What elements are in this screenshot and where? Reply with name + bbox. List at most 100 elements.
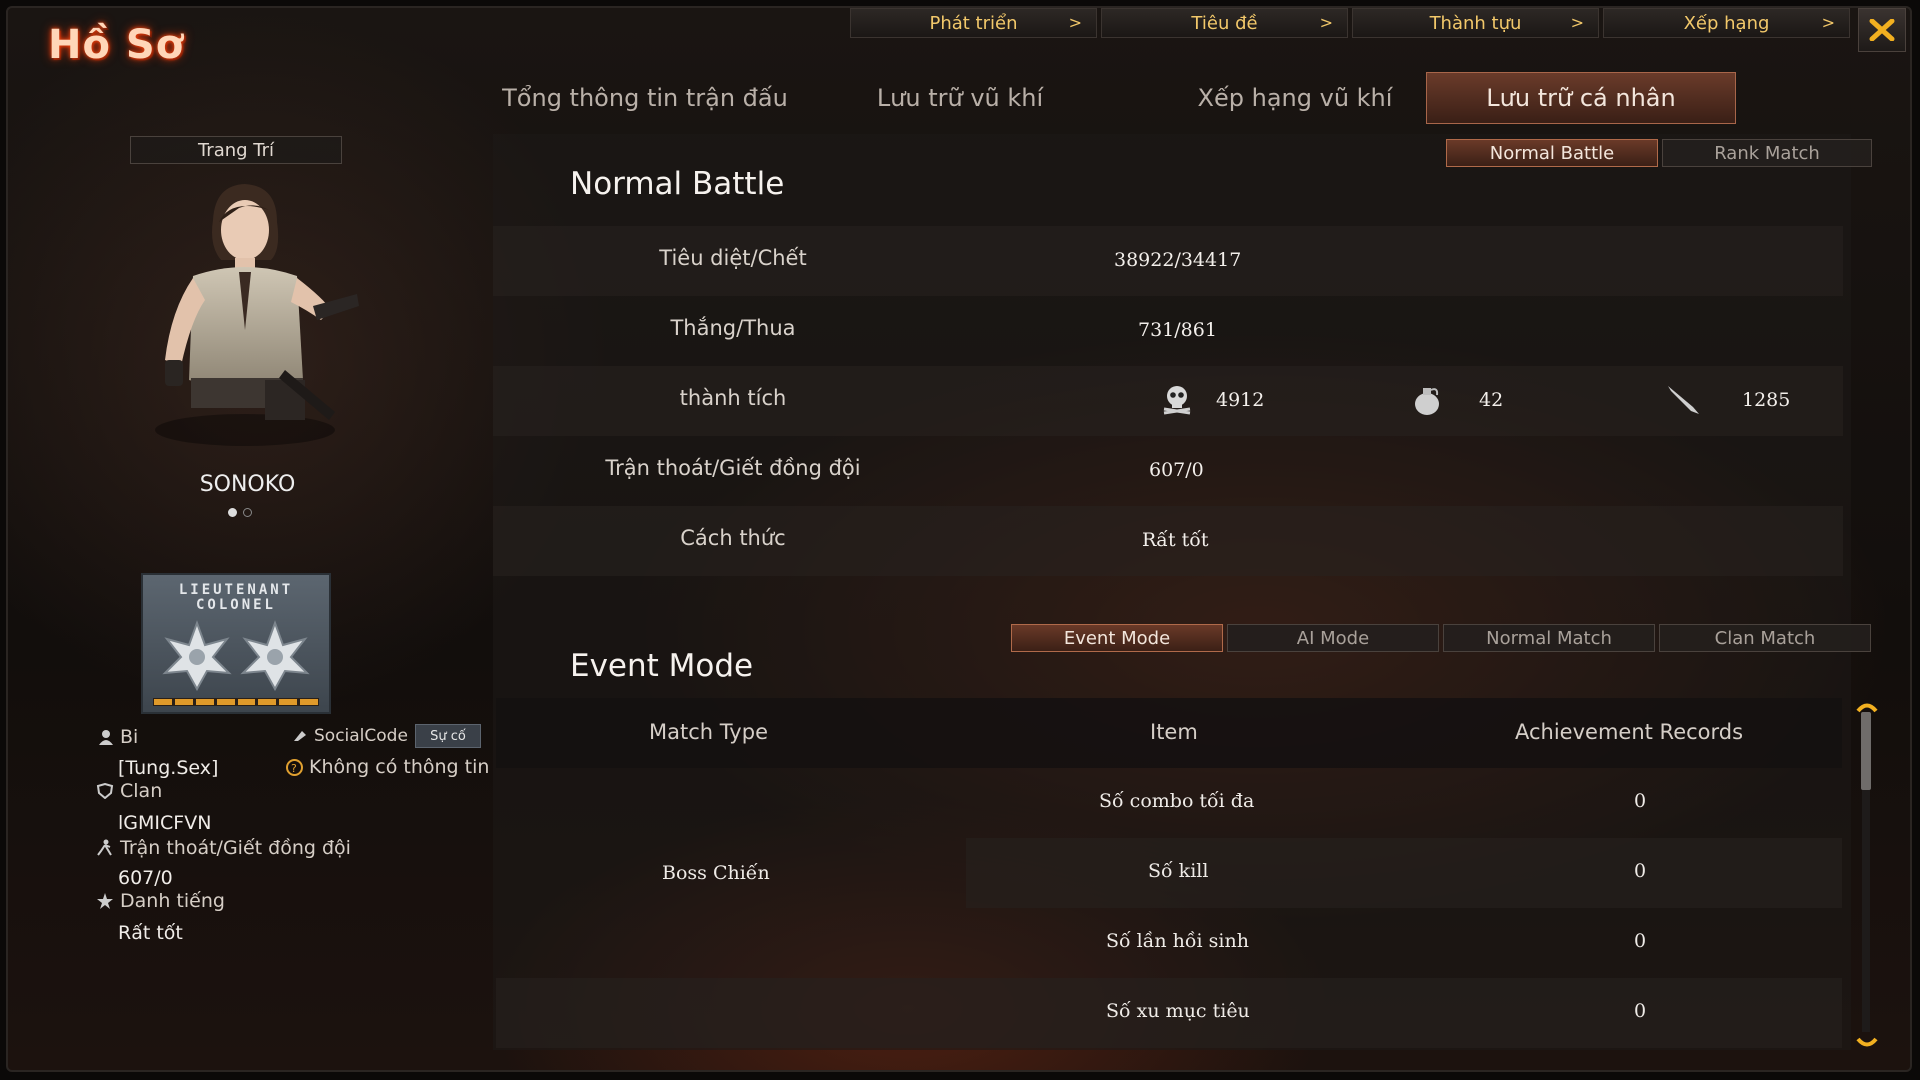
clan-match-button[interactable]: Clan Match: [1659, 624, 1871, 652]
top-nav-label: Tiêu đề: [1191, 12, 1258, 34]
character-pager: [228, 508, 252, 517]
clan-icon: [96, 783, 114, 799]
escape-label: Trận thoát/Giết đồng đội: [96, 837, 351, 859]
tab-personal-storage[interactable]: Lưu trữ cá nhân: [1426, 72, 1736, 124]
match-type-cell: Boss Chiến: [496, 768, 966, 978]
stat-label: Tiêu diệt/Chết: [659, 246, 807, 270]
top-nav-ranking[interactable]: Xếp hạng >: [1603, 8, 1850, 38]
social-icon: [294, 731, 306, 741]
top-nav-development[interactable]: Phát triển >: [850, 8, 1097, 38]
stat-label: thành tích: [679, 386, 787, 410]
stat-label: Cách thức: [680, 526, 786, 550]
pager-dot[interactable]: [243, 508, 252, 517]
row-value: 0: [1634, 860, 1647, 882]
tab-weapon-ranking[interactable]: Xếp hạng vũ khí: [1140, 72, 1450, 124]
rank-badge: LIEUTENANT COLONEL: [141, 573, 331, 714]
row-item: Số kill: [1148, 860, 1209, 882]
scroll-down-icon[interactable]: [1855, 1036, 1879, 1050]
close-button[interactable]: [1858, 8, 1906, 52]
stat-value: 731/861: [1138, 319, 1217, 341]
chevron-right-icon: >: [1821, 13, 1835, 32]
user-icon: [99, 730, 113, 745]
tab-match-summary[interactable]: Tổng thông tin trận đấu: [480, 72, 810, 124]
stat-row-wl: Thắng/Thua 731/861: [493, 296, 1843, 366]
tab-label: Tổng thông tin trận đấu: [502, 84, 788, 112]
event-mode-title: Event Mode: [570, 648, 754, 684]
pager-dot[interactable]: [228, 508, 237, 517]
row-item: Số lần hồi sinh: [1106, 930, 1249, 952]
clan-value: lGMICFVN: [118, 812, 212, 834]
top-nav-label: Xếp hạng: [1683, 12, 1770, 34]
table-row: Số combo tối đa 0: [966, 768, 1842, 838]
row-value: 0: [1634, 1000, 1647, 1022]
escape-value: 607/0: [118, 867, 173, 889]
decoration-button[interactable]: Trang Trí: [130, 136, 342, 164]
match-type-value: Boss Chiến: [662, 862, 770, 884]
grenade-icon: [1415, 388, 1439, 415]
normal-match-button[interactable]: Normal Match: [1443, 624, 1655, 652]
ai-mode-button[interactable]: AI Mode: [1227, 624, 1439, 652]
chevron-right-icon: >: [1319, 13, 1333, 32]
chevron-right-icon: >: [1068, 13, 1082, 32]
reputation-icon: [97, 893, 113, 909]
knife-icon: [1668, 386, 1699, 414]
tab-label: Lưu trữ cá nhân: [1486, 84, 1676, 112]
top-nav-label: Thành tựu: [1429, 12, 1522, 34]
svg-text:?: ?: [291, 762, 297, 775]
chevron-right-icon: >: [1570, 13, 1584, 32]
event-mode-button[interactable]: Event Mode: [1011, 624, 1223, 652]
row-value: 0: [1634, 930, 1647, 952]
social-code-value: ? Không có thông tin: [286, 756, 489, 778]
tab-label: Lưu trữ vũ khí: [876, 84, 1044, 112]
top-nav-label: Phát triển: [929, 12, 1018, 34]
stat-label: Trận thoát/Giết đồng đội: [605, 456, 861, 480]
table-header: Match Type Item Achievement Records: [496, 698, 1842, 768]
clan-label: Clan: [96, 780, 162, 802]
table-row: Số lần hồi sinh 0: [966, 908, 1842, 978]
row-item: Số combo tối đa: [1099, 790, 1255, 812]
rank-stars-icon: [162, 620, 310, 691]
table-row: Số xu mục tiêu 0: [496, 978, 1842, 1048]
scrollbar-thumb[interactable]: [1861, 712, 1871, 790]
row-item: Số xu mục tiêu: [1106, 1000, 1250, 1022]
top-nav-title[interactable]: Tiêu đề >: [1101, 8, 1348, 38]
table-row: Số kill 0: [966, 838, 1842, 908]
rank-title-line2: COLONEL: [195, 597, 276, 613]
window-title: Hồ Sơ: [48, 22, 185, 68]
column-header-records: Achievement Records: [1515, 720, 1744, 744]
tab-weapon-storage[interactable]: Lưu trữ vũ khí: [840, 72, 1080, 124]
rank-match-toggle[interactable]: Rank Match: [1662, 139, 1872, 167]
tab-label: Xếp hạng vũ khí: [1197, 84, 1393, 112]
top-nav: Phát triển > Tiêu đề > Thành tựu > Xếp h…: [850, 8, 1850, 38]
headshot-count: 4912: [1216, 389, 1265, 411]
character-portrait: [155, 184, 359, 446]
report-button[interactable]: Sự cố: [415, 724, 481, 748]
stat-label: Thắng/Thua: [670, 316, 796, 340]
social-code-label: SocialCode: [292, 726, 408, 746]
nickname-value: [Tung.Sex]: [118, 757, 219, 779]
stat-value: 607/0: [1149, 459, 1204, 481]
reputation-label: Danh tiếng: [96, 890, 225, 912]
escape-icon: [97, 839, 112, 856]
scroll-up-icon[interactable]: [1855, 700, 1879, 714]
stat-value: Rất tốt: [1142, 529, 1209, 551]
top-nav-achievements[interactable]: Thành tựu >: [1352, 8, 1599, 38]
stat-row-achievements: thành tích 4912 42 1285: [493, 366, 1843, 436]
normal-battle-title: Normal Battle: [570, 166, 785, 202]
stat-row-manner: Cách thức Rất tốt: [493, 506, 1843, 576]
stat-value: 38922/34417: [1114, 249, 1242, 271]
question-icon: ?: [286, 758, 303, 776]
reputation-value: Rất tốt: [118, 922, 183, 944]
column-header-item: Item: [1150, 720, 1198, 744]
knife-count: 1285: [1742, 389, 1791, 411]
stat-row-kd: Tiêu diệt/Chết 38922/34417: [493, 226, 1843, 296]
normal-battle-toggle[interactable]: Normal Battle: [1446, 139, 1658, 167]
skull-icon: [1163, 386, 1191, 415]
grenade-count: 42: [1479, 389, 1504, 411]
row-value: 0: [1634, 790, 1647, 812]
nickname-label: Bi: [98, 726, 138, 748]
stat-row-escape: Trận thoát/Giết đồng đội 607/0: [493, 436, 1843, 506]
rank-title-line1: LIEUTENANT: [178, 582, 294, 598]
rank-progress-bar: [153, 698, 319, 706]
column-header-match-type: Match Type: [649, 720, 768, 744]
